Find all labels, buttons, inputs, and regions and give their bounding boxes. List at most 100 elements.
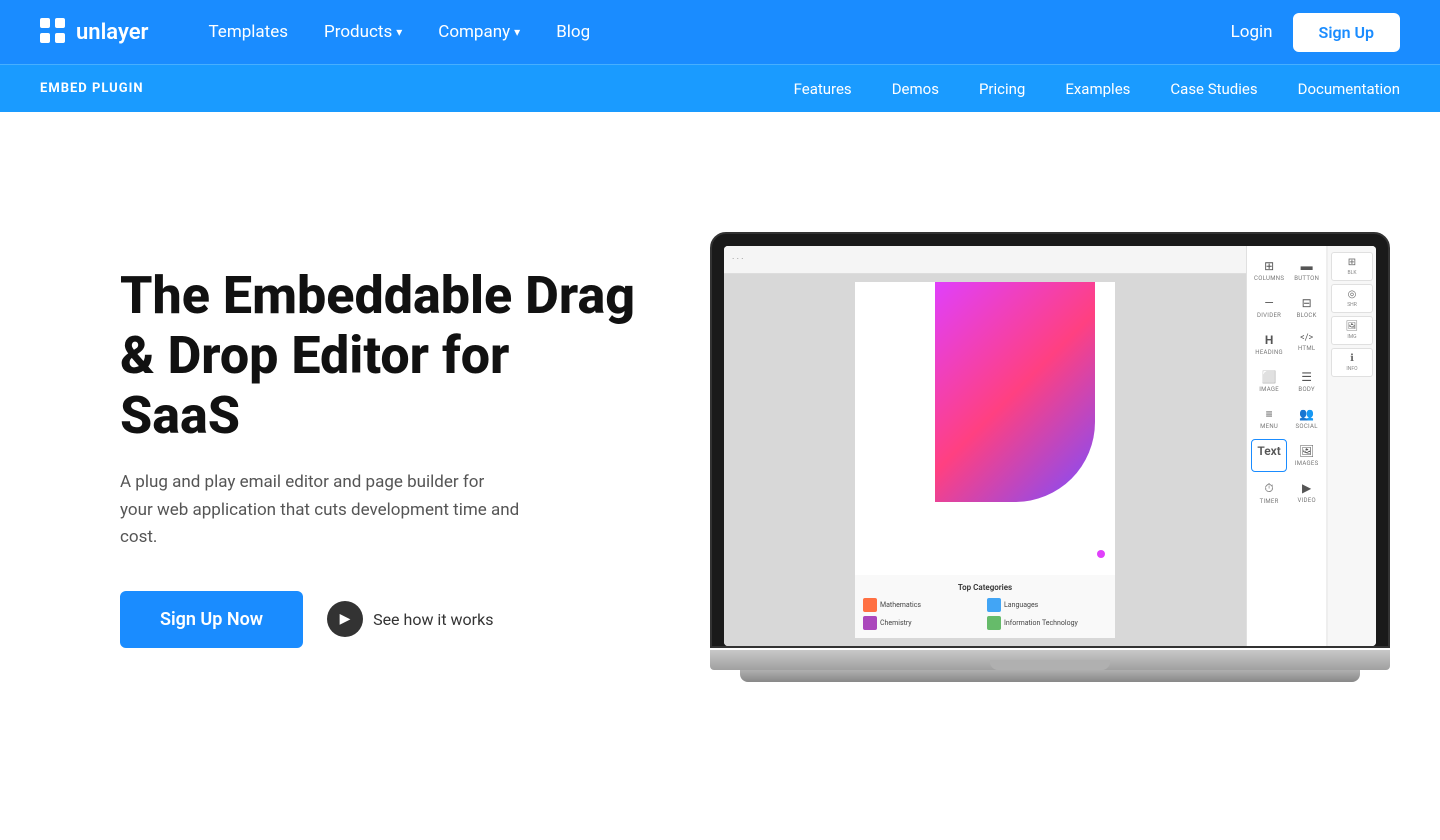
image-icon: ⬜ [1262, 370, 1277, 384]
block-item: ⊞ BLK [1331, 252, 1373, 281]
card-icon [987, 598, 1001, 612]
login-link[interactable]: Login [1231, 22, 1273, 42]
tool-label: DIVIDER [1257, 312, 1281, 319]
tool-video[interactable]: ▶ VIDEO [1291, 476, 1322, 510]
tool-label: HTML [1298, 345, 1315, 352]
tool-label: VIDEO [1297, 497, 1315, 504]
list-item: Mathematics [863, 598, 983, 612]
tool-button[interactable]: ▬ BUTTON [1291, 254, 1322, 287]
button-icon: ▬ [1301, 259, 1313, 273]
tool-timer[interactable]: ⏱ TIMER [1251, 476, 1287, 510]
list-item: Information Technology [987, 616, 1107, 630]
laptop-mockup-area: · · · Top Categories [640, 232, 1400, 682]
block-item: 🖼 IMG [1331, 316, 1373, 345]
play-icon: ▶ [327, 601, 363, 637]
purple-dot-decoration [1097, 550, 1105, 558]
tool-block[interactable]: ⊟ BLOCK [1291, 291, 1322, 324]
subnav-documentation[interactable]: Documentation [1298, 80, 1400, 98]
nav-blog[interactable]: Blog [556, 22, 590, 42]
subnav-examples[interactable]: Examples [1065, 80, 1130, 98]
subnav-case-studies[interactable]: Case Studies [1170, 80, 1257, 98]
laptop-mockup: · · · Top Categories [710, 232, 1390, 682]
block-item: ℹ INFO [1331, 348, 1373, 377]
hero-actions: Sign Up Now ▶ See how it works [120, 591, 640, 648]
logo-icon [40, 18, 68, 46]
block-icon: ⊟ [1302, 296, 1312, 310]
laptop-screen-outer: · · · Top Categories [710, 232, 1390, 648]
see-how-link[interactable]: ▶ See how it works [327, 601, 493, 637]
signup-button[interactable]: Sign Up [1293, 13, 1400, 52]
sub-navigation: EMBED PLUGIN Features Demos Pricing Exam… [0, 64, 1440, 112]
block-icon: 🖼 [1346, 321, 1359, 332]
hero-section: The Embeddable Drag & Drop Editor for Sa… [0, 112, 1440, 782]
tool-image[interactable]: ⬜ IMAGE [1251, 365, 1287, 398]
card-icon [987, 616, 1001, 630]
tool-divider[interactable]: — DIVIDER [1251, 291, 1287, 324]
sub-nav-links: Features Demos Pricing Examples Case Stu… [794, 80, 1400, 98]
hero-subtitle: A plug and play email editor and page bu… [120, 469, 520, 551]
card-label: Languages [1004, 601, 1038, 609]
images-icon: 🖼 [1299, 444, 1314, 458]
tool-social[interactable]: 👥 SOCIAL [1291, 402, 1322, 435]
tool-columns[interactable]: ⊞ COLUMNS [1251, 254, 1287, 287]
tool-label: HEADING [1255, 349, 1283, 356]
laptop-screen-inner: · · · Top Categories [724, 246, 1376, 646]
heading-icon: H [1265, 333, 1273, 347]
editor-area: · · · Top Categories [724, 246, 1376, 646]
canvas-toolbar-label: · · · [732, 255, 744, 265]
subnav-pricing[interactable]: Pricing [979, 80, 1025, 98]
bottom-card-title: Top Categories [863, 583, 1107, 592]
sub-nav-section-label: EMBED PLUGIN [40, 81, 144, 96]
purple-blob-decoration [935, 282, 1095, 502]
block-icon: ◎ [1348, 289, 1357, 300]
tool-images[interactable]: 🖼 IMAGES [1291, 439, 1322, 472]
video-icon: ▶ [1302, 481, 1311, 495]
text-icon: Text [1257, 444, 1280, 458]
tool-html[interactable]: </> HTML [1291, 328, 1322, 361]
nav-templates[interactable]: Templates [208, 22, 288, 42]
tool-text[interactable]: Text [1251, 439, 1287, 472]
bottom-card: Top Categories Mathematics [855, 575, 1115, 638]
block-icon: ⊞ [1348, 257, 1356, 268]
chevron-down-icon: ▾ [396, 25, 402, 39]
nav-company[interactable]: Company ▾ [438, 22, 520, 42]
tool-menu[interactable]: ≡ MENU [1251, 402, 1287, 435]
hero-title: The Embeddable Drag & Drop Editor for Sa… [120, 266, 640, 445]
canvas-toolbar: · · · [724, 246, 1246, 274]
subnav-features[interactable]: Features [794, 80, 852, 98]
editor-sidebar: ⊞ COLUMNS ▬ BUTTON — DIVIDER [1246, 246, 1376, 646]
logo-link[interactable]: unlayer [40, 18, 148, 46]
card-label: Mathematics [880, 601, 921, 609]
nav-right: Login Sign Up [1231, 13, 1400, 52]
tool-label: SOCIAL [1296, 423, 1318, 430]
card-icon [863, 598, 877, 612]
card-label: Information Technology [1004, 619, 1078, 627]
canvas-white-area: Top Categories Mathematics [855, 282, 1115, 638]
tool-label: TIMER [1260, 498, 1279, 505]
signup-now-button[interactable]: Sign Up Now [120, 591, 303, 648]
tool-body[interactable]: ☰ BODY [1291, 365, 1322, 398]
laptop-base [710, 650, 1390, 670]
subnav-demos[interactable]: Demos [892, 80, 939, 98]
social-icon: 👥 [1299, 407, 1314, 421]
tool-label: COLUMNS [1254, 275, 1284, 282]
tool-heading[interactable]: H HEADING [1251, 328, 1287, 361]
card-label: Chemistry [880, 619, 912, 627]
top-navigation: unlayer Templates Products ▾ Company ▾ B… [0, 0, 1440, 64]
bottom-card-grid: Mathematics Languages [863, 598, 1107, 630]
divider-icon: — [1264, 296, 1273, 310]
editor-canvas: · · · Top Categories [724, 246, 1246, 646]
canvas-content: Top Categories Mathematics [724, 274, 1246, 646]
nav-products[interactable]: Products ▾ [324, 22, 402, 42]
tool-label: BODY [1298, 386, 1314, 393]
laptop-foot [740, 670, 1360, 682]
block-item: ◎ SHR [1331, 284, 1373, 313]
html-icon: </> [1300, 333, 1313, 343]
list-item: Chemistry [863, 616, 983, 630]
tool-label: BUTTON [1294, 275, 1319, 282]
card-icon [863, 616, 877, 630]
tool-label: IMAGE [1259, 386, 1279, 393]
top-nav-links: Templates Products ▾ Company ▾ Blog [208, 22, 1230, 42]
menu-icon: ≡ [1266, 407, 1273, 421]
sidebar-tools: ⊞ COLUMNS ▬ BUTTON — DIVIDER [1247, 246, 1327, 646]
